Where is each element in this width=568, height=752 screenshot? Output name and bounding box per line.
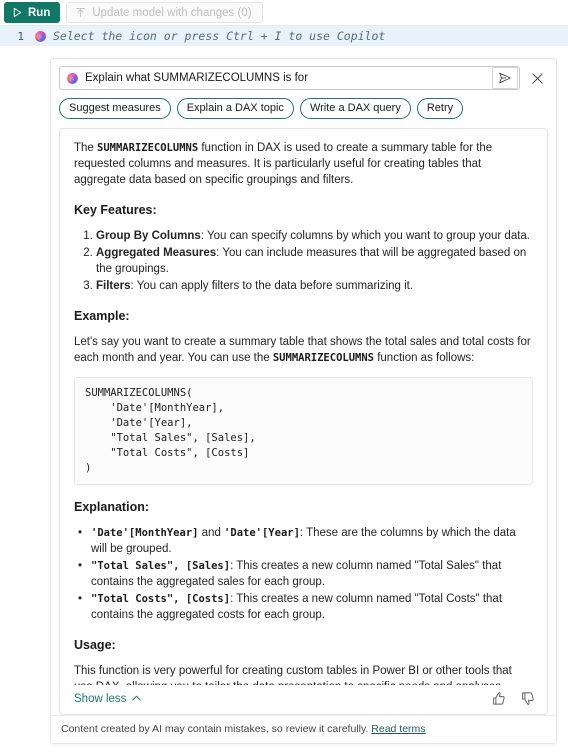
explanation-mid: and xyxy=(198,527,225,539)
answer-body: The SUMMARIZECOLUMNS function in DAX is … xyxy=(60,129,547,685)
show-less-button[interactable]: Show less xyxy=(74,693,142,705)
editor-ghost-text: Select the icon or press Ctrl + I to use… xyxy=(53,29,386,43)
close-x-icon xyxy=(531,72,544,85)
key-feature-term: Filters xyxy=(96,280,131,292)
read-terms-link[interactable]: Read terms xyxy=(371,723,425,735)
chip-explain-a-dax-topic[interactable]: Explain a DAX topic xyxy=(176,98,294,119)
send-button[interactable] xyxy=(492,67,518,89)
example-intro-paragraph: Let's say you want to create a summary t… xyxy=(74,334,533,366)
intro-part1: The xyxy=(74,142,98,154)
thumbs-up-icon[interactable] xyxy=(491,691,506,706)
update-model-button[interactable]: Update model with changes (0) xyxy=(66,2,263,23)
copilot-icon[interactable] xyxy=(34,30,47,43)
run-button[interactable]: Run xyxy=(4,2,61,23)
list-item: 'Date'[MonthYear] and 'Date'[Year]: Thes… xyxy=(78,525,533,557)
list-item: "Total Costs", [Costs]: This creates a n… xyxy=(78,591,533,623)
key-features-heading: Key Features: xyxy=(74,203,157,217)
editor-blank-area xyxy=(0,46,568,52)
explanation-list: 'Date'[MonthYear] and 'Date'[Year]: Thes… xyxy=(74,525,533,623)
usage-heading: Usage: xyxy=(74,638,116,652)
run-button-label: Run xyxy=(28,6,51,19)
key-features-list: Group By Columns: You can specify column… xyxy=(74,228,533,294)
key-feature-desc: : You can apply filters to the data befo… xyxy=(130,280,414,292)
list-item: "Total Sales", [Sales]: This creates a n… xyxy=(78,558,533,590)
chip-suggest-measures[interactable]: Suggest measures xyxy=(59,98,171,119)
update-model-button-label: Update model with changes (0) xyxy=(92,6,252,19)
ai-disclaimer-text: Content created by AI may contain mistak… xyxy=(61,723,372,735)
upload-arrow-icon xyxy=(75,7,86,18)
show-less-label: Show less xyxy=(74,692,127,705)
answer-intro-paragraph: The SUMMARIZECOLUMNS function in DAX is … xyxy=(74,140,533,188)
dax-code-block: SUMMARIZECOLUMNS( 'Date'[MonthYear], 'Da… xyxy=(74,377,533,485)
prompt-row: Explain what SUMMARIZECOLUMNS is for xyxy=(59,66,548,90)
chip-retry[interactable]: Retry xyxy=(416,98,464,119)
answer-footer: Show less xyxy=(60,685,547,714)
chevron-up-icon xyxy=(131,693,142,704)
ai-disclaimer: Content created by AI may contain mistak… xyxy=(51,715,556,743)
key-feature-term: Group By Columns xyxy=(96,230,201,242)
usage-paragraph: This function is very powerful for creat… xyxy=(74,665,512,685)
explanation-code-2: 'Date'[Year] xyxy=(224,527,300,539)
suggestion-chips: Suggest measures Explain a DAX topic Wri… xyxy=(59,98,548,119)
close-copilot-button[interactable] xyxy=(526,67,548,89)
explanation-code-1: 'Date'[MonthYear] xyxy=(91,527,199,539)
intro-code: SUMMARIZECOLUMNS xyxy=(97,142,199,154)
explanation-heading: Explanation: xyxy=(74,500,150,514)
copilot-panel-header: Explain what SUMMARIZECOLUMNS is for Sug… xyxy=(51,59,556,119)
example-part2: function as follows: xyxy=(374,352,475,364)
key-feature-desc: : You can specify columns by which you w… xyxy=(200,230,531,242)
example-heading: Example: xyxy=(74,309,130,323)
copilot-panel: Explain what SUMMARIZECOLUMNS is for Sug… xyxy=(50,58,557,744)
top-toolbar: Run Update model with changes (0) xyxy=(0,0,568,26)
key-feature-term: Aggregated Measures xyxy=(96,247,217,259)
prompt-input-box[interactable]: Explain what SUMMARIZECOLUMNS is for xyxy=(59,66,520,90)
list-item: Filters: You can apply filters to the da… xyxy=(96,278,533,294)
play-triangle-icon xyxy=(12,7,23,18)
send-plane-icon xyxy=(498,71,512,85)
explanation-code-1: "Total Costs", [Costs] xyxy=(91,593,231,605)
editor-line-1[interactable]: 1 Select the icon or press Ctrl + I to u… xyxy=(0,26,568,46)
explanation-code-1: "Total Sales", [Sales] xyxy=(91,560,231,572)
feedback-icons xyxy=(491,691,535,706)
thumbs-down-icon[interactable] xyxy=(520,691,535,706)
list-item: Aggregated Measures: You can include mea… xyxy=(96,245,533,277)
example-code: SUMMARIZECOLUMNS xyxy=(272,352,375,364)
chip-write-a-dax-query[interactable]: Write a DAX query xyxy=(299,98,411,119)
prompt-input[interactable]: Explain what SUMMARIZECOLUMNS is for xyxy=(79,72,492,84)
list-item: Group By Columns: You can specify column… xyxy=(96,228,533,244)
line-number-gutter: 1 xyxy=(17,29,24,43)
answer-card: The SUMMARIZECOLUMNS function in DAX is … xyxy=(59,128,548,715)
copilot-icon xyxy=(66,72,79,85)
